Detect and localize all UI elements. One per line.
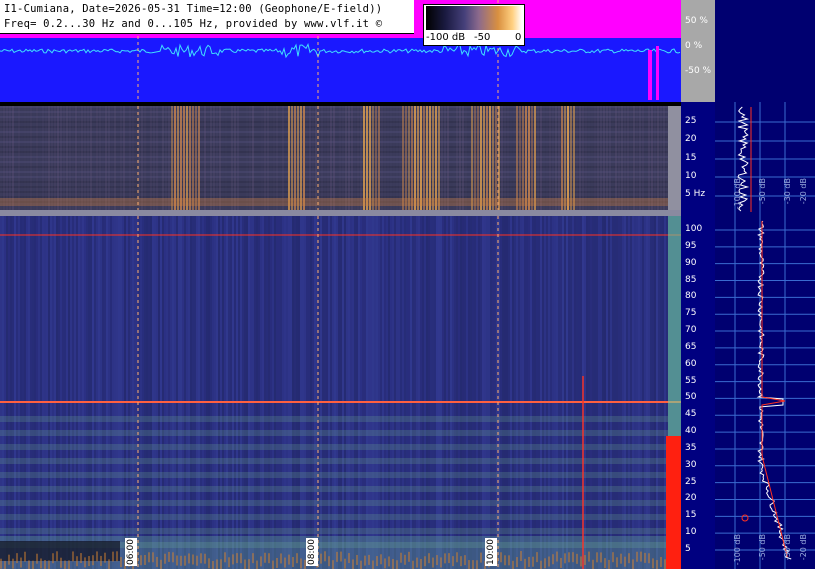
high-freq-profile-plot bbox=[715, 216, 815, 569]
low-freq-tick: 25 bbox=[685, 116, 697, 126]
vlf-monitor-screen: I1-Cumiana, Date=2026-05-31 Time=12:00 (… bbox=[0, 0, 815, 569]
high-freq-tick: 60 bbox=[685, 358, 697, 369]
profile-db-label: -30 dB bbox=[783, 178, 792, 205]
high-frequency-axis: 100 95 90 85 80 75 70 65 60 55 50 45 40 35 30 25 20 15 10 5 bbox=[681, 216, 715, 569]
title-banner: I1-Cumiana, Date=2026-05-31 Time=12:00 (… bbox=[0, 0, 414, 34]
amplitude-tick: 50 % bbox=[685, 16, 708, 26]
top-right-blank-panel bbox=[715, 0, 815, 102]
profile-db-label: -100 dB bbox=[733, 534, 742, 566]
high-freq-tick: 80 bbox=[685, 291, 697, 302]
high-freq-tick: 85 bbox=[685, 274, 697, 285]
high-freq-tick: 95 bbox=[685, 240, 697, 251]
high-freq-tick: 5 bbox=[685, 544, 691, 554]
amplitude-axis: 50 % 0 % -50 % bbox=[681, 0, 715, 102]
profile-db-label: -50 dB bbox=[758, 178, 767, 205]
title-frequency-line: Freq= 0.2...30 Hz and 0...105 Hz, provid… bbox=[4, 18, 383, 30]
color-scale-gradient bbox=[426, 6, 522, 30]
high-freq-tick: 70 bbox=[685, 325, 697, 336]
high-freq-tick: 35 bbox=[685, 442, 697, 453]
high-freq-tick: 55 bbox=[685, 375, 697, 386]
profile-db-label: -20 dB bbox=[799, 534, 808, 561]
amplitude-tick: -50 % bbox=[685, 66, 712, 76]
low-frequency-spectrogram bbox=[0, 106, 681, 210]
high-freq-texture bbox=[0, 216, 681, 569]
high-freq-tick: 10 bbox=[685, 527, 697, 538]
color-scale-max: 0 bbox=[515, 32, 522, 43]
high-frequency-profile: -100 dB -50 dB -30 dB -20 dB bbox=[715, 216, 815, 569]
high-frequency-spectrogram: 06:00 08:00 10:00 bbox=[0, 216, 681, 569]
profile-db-label: -20 dB bbox=[799, 178, 808, 205]
color-scale-mid: -50 bbox=[474, 32, 491, 43]
color-scale-legend: -100 dB -50 0 bbox=[423, 4, 525, 46]
high-freq-tick: 100 bbox=[685, 224, 703, 234]
low-freq-tick: 20 bbox=[685, 134, 697, 144]
low-frequency-axis: 25 20 15 10 5 Hz bbox=[681, 102, 715, 216]
time-label: 06:00 bbox=[125, 538, 137, 566]
high-freq-tick: 40 bbox=[685, 426, 697, 437]
high-freq-tick: 25 bbox=[685, 476, 697, 487]
time-label: 08:00 bbox=[306, 538, 318, 566]
color-scale-min: -100 dB bbox=[426, 32, 466, 43]
high-freq-tick: 50 bbox=[685, 392, 697, 403]
title-station-line: I1-Cumiana, Date=2026-05-31 Time=12:00 (… bbox=[4, 3, 383, 15]
high-freq-tick: 30 bbox=[685, 459, 697, 470]
high-freq-tick: 90 bbox=[685, 257, 697, 268]
time-label: 10:00 bbox=[485, 538, 497, 566]
high-freq-tick: 65 bbox=[685, 341, 697, 352]
high-freq-tick: 45 bbox=[685, 409, 697, 420]
low-frequency-profile: -100 dB -50 dB -30 dB -20 dB bbox=[715, 102, 815, 216]
low-freq-tick: 15 bbox=[685, 153, 697, 163]
profile-db-label: -50 dB bbox=[758, 534, 767, 561]
low-freq-texture bbox=[0, 106, 681, 210]
high-freq-tick: 15 bbox=[685, 510, 697, 521]
profile-db-label: -30 dB bbox=[783, 534, 792, 561]
low-freq-tick: 5 Hz bbox=[685, 189, 706, 199]
profile-db-label: -100 dB bbox=[733, 178, 742, 210]
amplitude-tick: 0 % bbox=[685, 41, 703, 51]
low-freq-tick: 10 bbox=[685, 171, 697, 181]
high-freq-tick: 20 bbox=[685, 493, 697, 504]
high-freq-tick: 75 bbox=[685, 308, 697, 319]
